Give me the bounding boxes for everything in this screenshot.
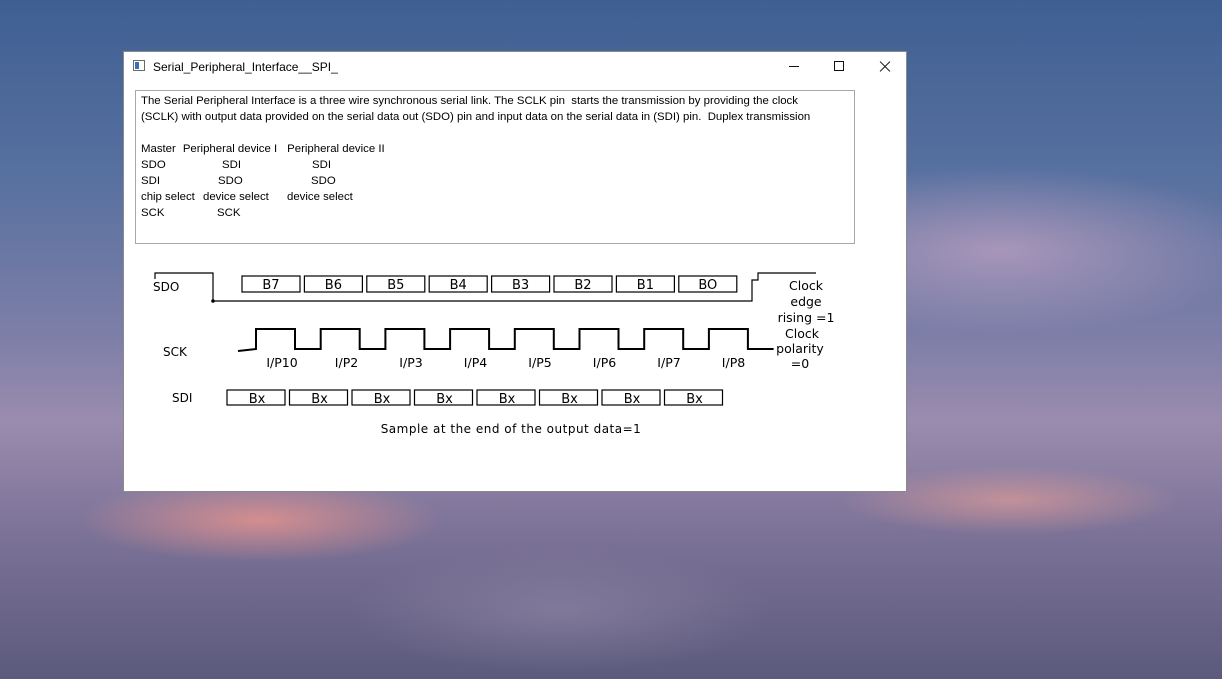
cell: SDO bbox=[218, 175, 243, 187]
clock-edge-line: edge bbox=[790, 294, 822, 309]
table-row: SCK SCK bbox=[141, 205, 849, 221]
sdo-row: SDO B7 B6 B5 B4 B3 B2 B1 BO bbox=[153, 272, 816, 303]
cell: device select bbox=[203, 191, 269, 203]
table-row: SDO SDI SDI bbox=[141, 157, 849, 173]
clock-edge-line: Clock bbox=[789, 278, 824, 293]
app-window: Serial_Peripheral_Interface__SPI_ The Se… bbox=[123, 51, 907, 492]
sdo-bit-label: B2 bbox=[574, 278, 591, 293]
sdo-junction-dot bbox=[211, 299, 215, 303]
sdo-bit-label: BO bbox=[698, 278, 717, 293]
header-peripheral-1: Peripheral device I bbox=[182, 143, 278, 155]
sdi-row: SDI Bx Bx Bx Bx Bx Bx Bx Bx bbox=[172, 389, 724, 407]
window-title: Serial_Peripheral_Interface__SPI_ bbox=[153, 60, 338, 74]
table-row: chip select device select device select bbox=[141, 189, 849, 205]
sdi-bit-label: Bx bbox=[561, 392, 578, 407]
sdo-label: SDO bbox=[153, 280, 179, 294]
pulse-label: I/P3 bbox=[399, 355, 422, 370]
sdo-bit-label: B5 bbox=[387, 278, 404, 293]
header-peripheral-2: Peripheral device II bbox=[287, 143, 385, 155]
cell: SCK bbox=[141, 207, 165, 219]
sdo-bit-label: B3 bbox=[512, 278, 529, 293]
app-icon bbox=[133, 60, 145, 71]
pulse-label: I/P6 bbox=[593, 355, 616, 370]
close-button[interactable] bbox=[862, 52, 907, 81]
sdi-bit-label: Bx bbox=[436, 392, 453, 407]
maximize-button[interactable] bbox=[817, 52, 862, 81]
sdo-bit-label: B1 bbox=[637, 278, 654, 293]
clock-polarity-line: =0 bbox=[791, 356, 809, 371]
sdo-bit-label: B6 bbox=[325, 278, 342, 293]
sck-label: SCK bbox=[163, 345, 188, 359]
cell: chip select bbox=[141, 191, 195, 203]
sdi-bit-label: Bx bbox=[624, 392, 641, 407]
cell: SDO bbox=[141, 159, 166, 171]
sck-row: SCK I/P10 I/P2 I/P3 I/P4 I/P5 I/P6 I/P7 I/P8 bbox=[163, 328, 774, 370]
cell: device select bbox=[287, 191, 353, 203]
sdi-bit-label: Bx bbox=[374, 392, 391, 407]
sdi-bit-label: Bx bbox=[249, 392, 266, 407]
header-master: Master bbox=[141, 143, 176, 155]
table-row: SDI SDO SDO bbox=[141, 173, 849, 189]
spi-timing-diagram: SDO B7 B6 B5 B4 B3 B2 B1 BO SCK I/P10 I/P2 I/P3 I/… bbox=[153, 272, 834, 436]
cell: SDO bbox=[311, 175, 336, 187]
cell: SDI bbox=[222, 159, 241, 171]
sample-caption: Sample at the end of the output data=1 bbox=[381, 422, 642, 436]
clock-polarity-line: polarity bbox=[776, 341, 824, 356]
sck-clock-waveform bbox=[237, 328, 774, 352]
minimize-button[interactable] bbox=[772, 52, 817, 81]
pulse-label: I/P10 bbox=[266, 355, 297, 370]
pulse-label: I/P5 bbox=[528, 355, 551, 370]
clock-edge-line: rising =1 bbox=[778, 310, 835, 325]
pulse-label: I/P8 bbox=[722, 355, 745, 370]
cell: SDI bbox=[312, 159, 331, 171]
pulse-label: I/P7 bbox=[657, 355, 680, 370]
sdi-bit-label: Bx bbox=[311, 392, 328, 407]
sdi-bit-label: Bx bbox=[499, 392, 516, 407]
pulse-label: I/P2 bbox=[335, 355, 358, 370]
cell: SCK bbox=[217, 207, 241, 219]
cell: SDI bbox=[141, 175, 160, 187]
minimize-icon bbox=[789, 66, 799, 67]
paragraph-line: The Serial Peripheral Interface is a thr… bbox=[141, 95, 798, 107]
sdo-bit-label: B4 bbox=[450, 278, 467, 293]
pulse-label: I/P4 bbox=[464, 355, 487, 370]
description-textbox[interactable]: The Serial Peripheral Interface is a thr… bbox=[135, 90, 855, 244]
title-bar[interactable]: Serial_Peripheral_Interface__SPI_ bbox=[124, 52, 906, 82]
clock-polarity-line: Clock bbox=[785, 326, 820, 341]
maximize-icon bbox=[834, 61, 844, 71]
clock-notes: Clock edge rising =1 Clock polarity =0 bbox=[776, 278, 834, 371]
sdi-label: SDI bbox=[172, 391, 192, 405]
table-header-row: Master Peripheral device I Peripheral devi… bbox=[141, 141, 849, 157]
paragraph-line: (SCLK) with output data provided on the … bbox=[141, 111, 811, 123]
sdo-bit-label: B7 bbox=[262, 278, 279, 293]
sdi-bit-label: Bx bbox=[686, 392, 703, 407]
